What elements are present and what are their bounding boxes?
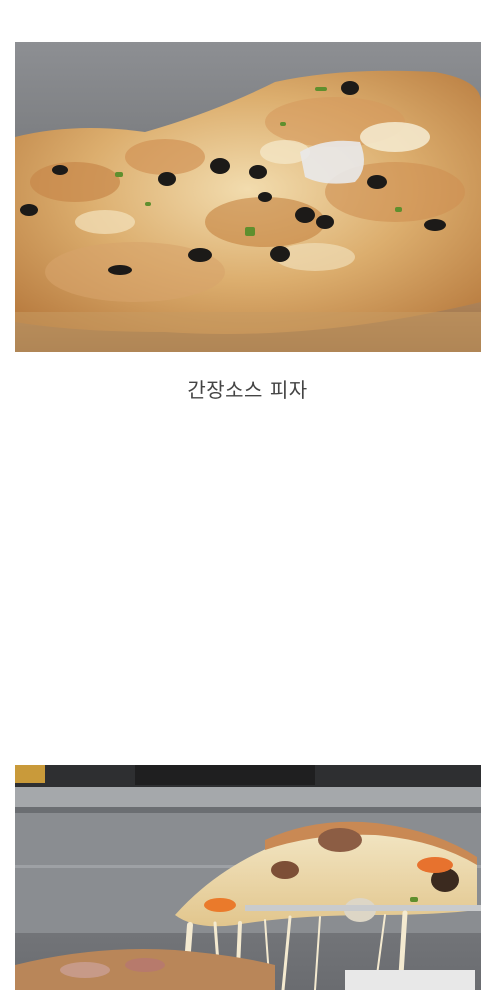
caption-soy-sauce-pizza: 간장소스 피자 [187,378,308,402]
cheese-pull-pizza-photo [15,765,481,990]
soy-sauce-pizza-photo [15,42,481,352]
